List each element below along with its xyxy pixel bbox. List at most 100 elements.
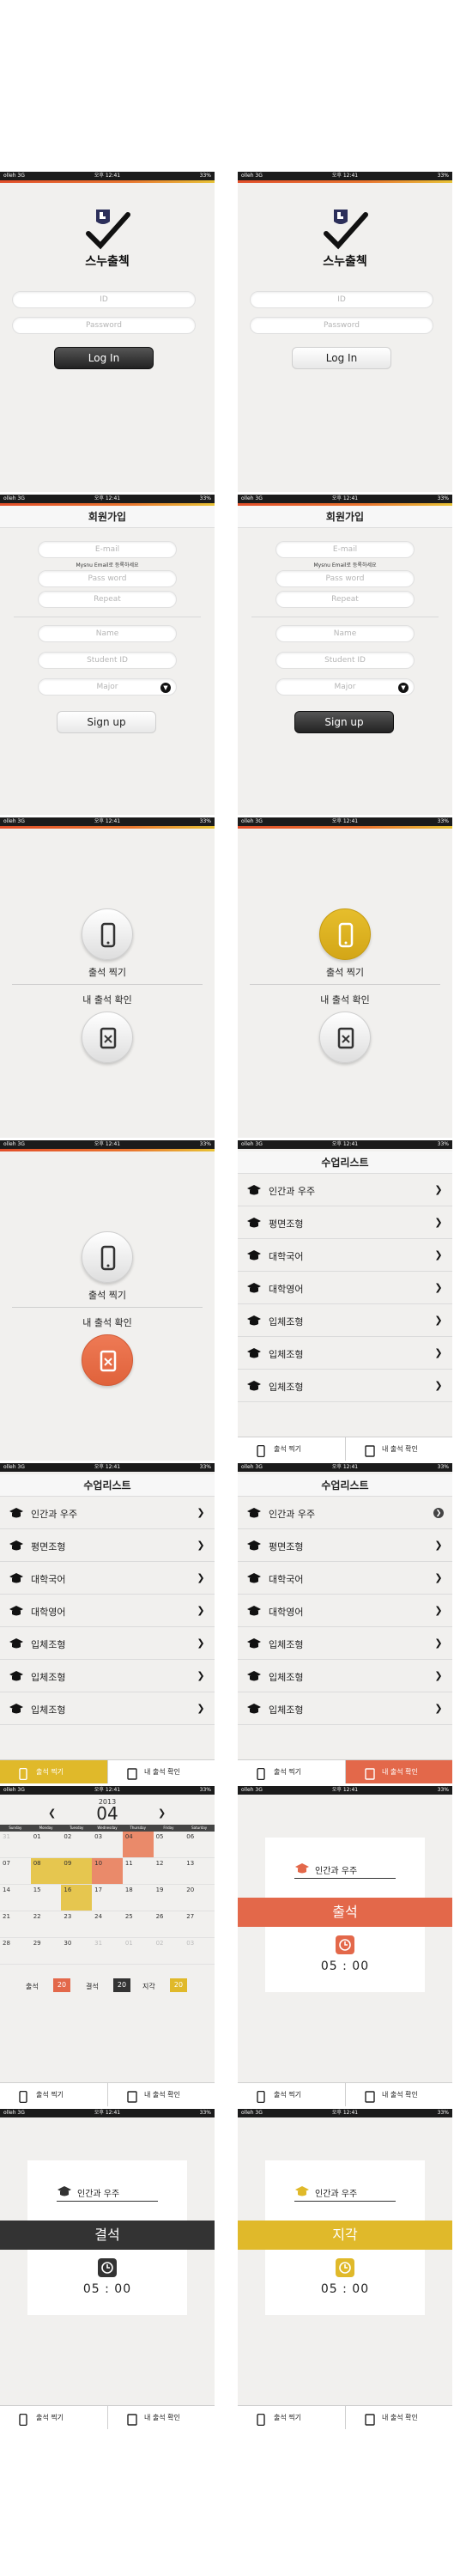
password-field[interactable]: Pass word <box>38 570 177 587</box>
name-field[interactable]: Name <box>275 625 415 642</box>
class-name: 입체조형 <box>31 1672 66 1683</box>
password-input[interactable]: Password <box>12 317 196 334</box>
tab-checkin[interactable]: 출석 찍기 <box>238 1760 345 1783</box>
id-input[interactable]: ID <box>250 291 433 308</box>
tab-checkin[interactable]: 출석 찍기 <box>0 2406 107 2429</box>
calendar-day[interactable]: 06 <box>184 1832 215 1858</box>
list-item[interactable]: 인간과 우주 ❯ <box>238 1174 452 1206</box>
calendar-day[interactable]: 17 <box>92 1885 123 1911</box>
tab-checkin[interactable]: 출석 찍기 <box>238 1437 345 1461</box>
tab-mycheck[interactable]: 내 출석 확인 <box>345 2083 452 2106</box>
major-select[interactable]: Major ▼ <box>38 678 177 696</box>
calendar-day[interactable]: 02 <box>153 1938 185 1965</box>
list-item[interactable]: 평면조형 ❯ <box>238 1529 452 1562</box>
next-month-icon[interactable]: ❯ <box>158 1807 166 1819</box>
calendar-day[interactable]: 13 <box>184 1858 215 1885</box>
calendar-day[interactable]: 29 <box>30 1938 62 1965</box>
tab-checkin[interactable]: 출석 찍기 <box>0 1760 107 1783</box>
list-item[interactable]: 입체조형 ❯ <box>0 1627 215 1660</box>
calendar-day[interactable]: 03 <box>92 1832 123 1858</box>
tab-checkin[interactable]: 출석 찍기 <box>238 2083 345 2106</box>
list-item[interactable]: 평면조형 ❯ <box>0 1529 215 1562</box>
calendar-day[interactable]: 30 <box>61 1938 93 1965</box>
signup-button[interactable]: Sign up <box>57 711 156 733</box>
calendar-day[interactable]: 22 <box>30 1911 62 1938</box>
list-item[interactable]: 대학국어 ❯ <box>238 1239 452 1272</box>
id-input[interactable]: ID <box>12 291 196 308</box>
list-item[interactable]: 입체조형 ❯ <box>0 1660 215 1692</box>
calendar-day[interactable]: 31 <box>0 1832 31 1858</box>
login-button[interactable]: Log In <box>54 347 154 369</box>
calendar-day[interactable]: 10 <box>92 1858 123 1885</box>
calendar-day[interactable]: 24 <box>92 1911 123 1938</box>
mycheck-button[interactable] <box>82 1334 133 1386</box>
calendar-day[interactable]: 11 <box>122 1858 154 1885</box>
calendar-day[interactable]: 26 <box>153 1911 185 1938</box>
login-button[interactable]: Log In <box>292 347 391 369</box>
tab-checkin[interactable]: 출석 찍기 <box>0 2083 107 2106</box>
repeat-password-field[interactable]: Repeat <box>38 591 177 608</box>
list-item[interactable]: 입체조형 ❯ <box>0 1692 215 1725</box>
list-item[interactable]: 입체조형 ❯ <box>238 1627 452 1660</box>
list-item[interactable]: 입체조형 ❯ <box>238 1660 452 1692</box>
calendar-day[interactable]: 01 <box>30 1832 62 1858</box>
calendar-day[interactable]: 19 <box>153 1885 185 1911</box>
tab-checkin[interactable]: 출석 찍기 <box>238 2406 345 2429</box>
calendar-day[interactable]: 12 <box>153 1858 185 1885</box>
checkin-button[interactable] <box>82 908 133 960</box>
password-input[interactable]: Password <box>250 317 433 334</box>
calendar-day[interactable]: 04 <box>122 1832 154 1858</box>
checkin-button[interactable] <box>82 1231 133 1283</box>
email-field[interactable]: E-mail <box>38 541 177 558</box>
calendar-day[interactable]: 28 <box>0 1938 31 1965</box>
calendar-day[interactable]: 20 <box>184 1885 215 1911</box>
tab-mycheck[interactable]: 내 출석 확인 <box>107 2083 215 2106</box>
tab-mycheck[interactable]: 내 출석 확인 <box>107 2406 215 2429</box>
student-id-field[interactable]: Student ID <box>275 652 415 669</box>
calendar-day[interactable]: 07 <box>0 1858 31 1885</box>
list-item[interactable]: 입체조형 ❯ <box>238 1692 452 1725</box>
list-item[interactable]: 인간과 우주 ❯ <box>0 1497 215 1529</box>
calendar-day[interactable]: 16 <box>61 1885 93 1911</box>
mycheck-label: 내 출석 확인 <box>82 994 132 1005</box>
list-item[interactable]: 입체조형 ❯ <box>238 1337 452 1370</box>
tab-mycheck[interactable]: 내 출석 확인 <box>107 1760 215 1783</box>
calendar-day[interactable]: 01 <box>122 1938 154 1965</box>
tab-mycheck[interactable]: 내 출석 확인 <box>345 1437 452 1461</box>
list-item[interactable]: 입체조형 ❯ <box>238 1370 452 1402</box>
student-id-field[interactable]: Student ID <box>38 652 177 669</box>
tab-mycheck[interactable]: 내 출석 확인 <box>345 1760 452 1783</box>
checkin-button[interactable] <box>319 908 371 960</box>
email-field[interactable]: E-mail <box>275 541 415 558</box>
list-item[interactable]: 입체조형 ❯ <box>238 1304 452 1337</box>
calendar-day[interactable]: 14 <box>0 1885 31 1911</box>
calendar-day[interactable]: 18 <box>122 1885 154 1911</box>
prev-month-icon[interactable]: ❮ <box>48 1807 56 1819</box>
calendar-day[interactable]: 31 <box>92 1938 123 1965</box>
calendar-day[interactable]: 21 <box>0 1911 31 1938</box>
calendar-day[interactable]: 23 <box>61 1911 93 1938</box>
mycheck-button[interactable] <box>319 1012 371 1063</box>
list-item[interactable]: 평면조형 ❯ <box>238 1206 452 1239</box>
list-item[interactable]: 인간과 우주 ❯ <box>238 1497 452 1529</box>
major-select[interactable]: Major ▼ <box>275 678 415 696</box>
list-item[interactable]: 대학영어 ❯ <box>0 1595 215 1627</box>
tab-mycheck[interactable]: 내 출석 확인 <box>345 2406 452 2429</box>
calendar-day[interactable]: 08 <box>30 1858 62 1885</box>
calendar-day[interactable]: 25 <box>122 1911 154 1938</box>
calendar-day[interactable]: 05 <box>153 1832 185 1858</box>
list-item[interactable]: 대학국어 ❯ <box>238 1562 452 1595</box>
name-field[interactable]: Name <box>38 625 177 642</box>
list-item[interactable]: 대학영어 ❯ <box>238 1272 452 1304</box>
mycheck-button[interactable] <box>82 1012 133 1063</box>
calendar-day[interactable]: 02 <box>61 1832 93 1858</box>
signup-button[interactable]: Sign up <box>294 711 394 733</box>
calendar-day[interactable]: 09 <box>61 1858 93 1885</box>
calendar-day[interactable]: 03 <box>184 1938 215 1965</box>
calendar-day[interactable]: 15 <box>30 1885 62 1911</box>
repeat-password-field[interactable]: Repeat <box>275 591 415 608</box>
list-item[interactable]: 대학영어 ❯ <box>238 1595 452 1627</box>
password-field[interactable]: Pass word <box>275 570 415 587</box>
list-item[interactable]: 대학국어 ❯ <box>0 1562 215 1595</box>
calendar-day[interactable]: 27 <box>184 1911 215 1938</box>
